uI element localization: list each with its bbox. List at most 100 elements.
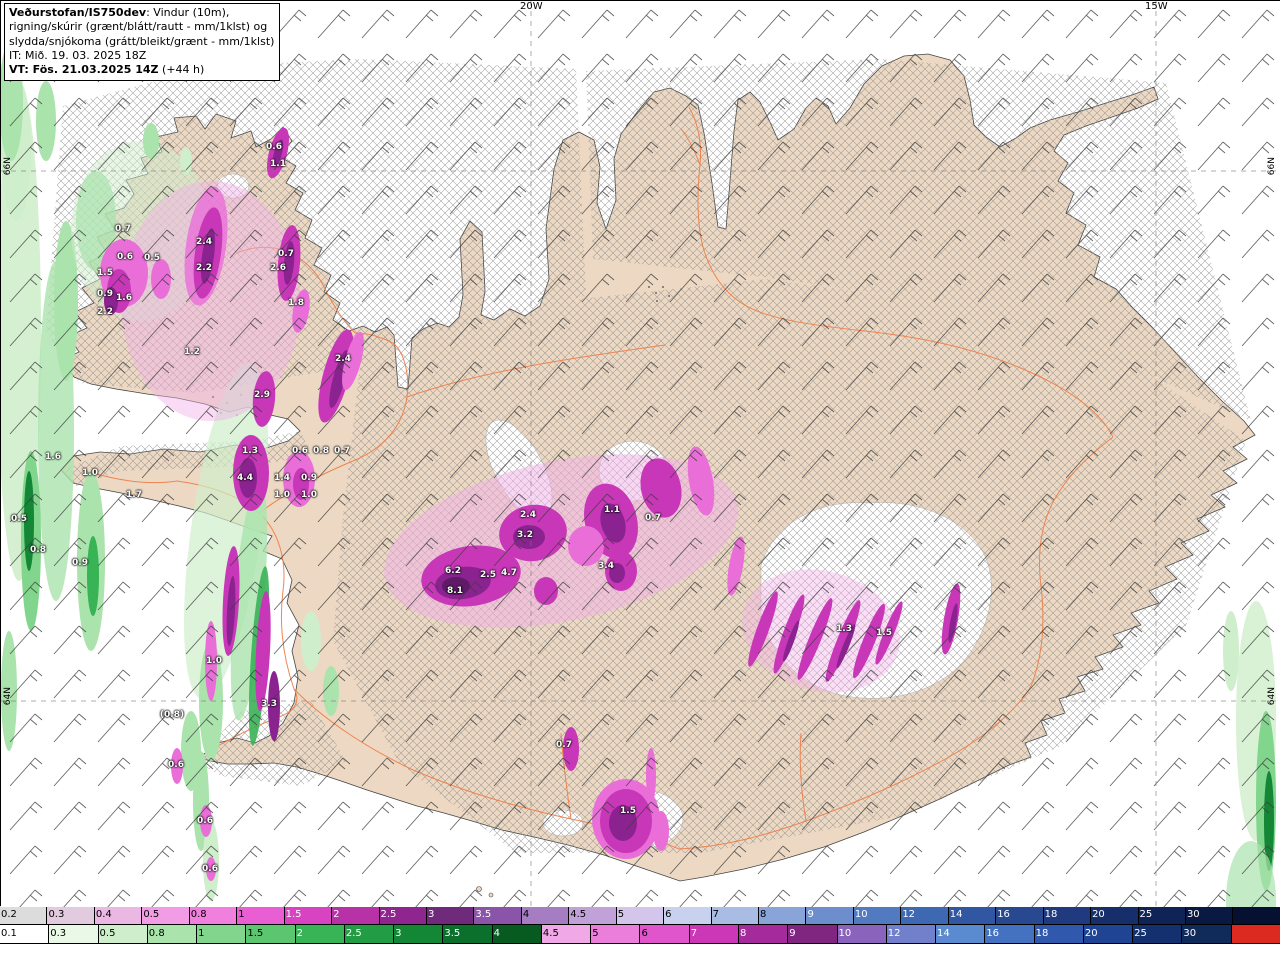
precip-value-label: 2.2	[97, 307, 113, 317]
colorbar-tick-label: 2	[296, 928, 303, 939]
colorbar-tick-label: 0.2	[1, 909, 17, 920]
colorbar-segment: 18	[1042, 906, 1091, 924]
colorbar-segment: 0.4	[93, 906, 142, 924]
colorbar-segment: 0.3	[48, 925, 98, 943]
precip-value-label: 1.6	[45, 452, 61, 462]
precip-value-label: 1.0	[206, 656, 222, 666]
colorbar-tick-label: 7	[690, 928, 698, 939]
colorbar-segment: 25	[1132, 925, 1182, 943]
colorbar-segment: 25	[1137, 906, 1185, 924]
colorbar-segment: 9	[805, 906, 853, 924]
colorbar-tick-label: 0.1	[1, 928, 17, 939]
precip-value-label: 0.7	[645, 513, 661, 523]
colorbar-segment: 1	[236, 906, 284, 924]
colorbar-tick-label: 12	[902, 909, 916, 920]
colorbar-segment: 0.5	[97, 925, 147, 943]
colorbar-segment: 14	[935, 925, 985, 943]
colorbar-segment: 4.5	[568, 906, 616, 924]
colorbar-tick-label: 1	[198, 928, 205, 939]
precip-value-label: 0.7	[278, 249, 294, 259]
precip-value-label: 1.7	[126, 490, 142, 500]
precip-value-label: 2.4	[335, 354, 351, 364]
init-time-line: IT: Mið. 19. 03. 2025 18Z	[9, 48, 147, 62]
colorbar-segment: 8	[737, 925, 788, 943]
valid-time-line: VT: Fös. 21.03.2025 14Z (+44 h)	[9, 63, 205, 77]
weather-map: 0.6 1.1 0.7 2.4 0.7 0.6 0.5 2.2 1.5 0.9 1.6 2.2 2.6 1…	[0, 0, 1280, 907]
colorbar-tick-label: 1.5	[247, 928, 264, 939]
colorbar-tick-label: 25	[1134, 928, 1147, 939]
precip-value-label: 1.0	[301, 490, 317, 500]
colorbar-segment: 16	[995, 906, 1043, 924]
colorbar-tick-label: 0.3	[48, 909, 65, 920]
precip-value-label: 0.6	[197, 816, 213, 826]
precip-value-label: 2.2	[196, 263, 212, 273]
precip-value-label: 0.7	[556, 740, 572, 750]
precip-value-label: 1.4	[274, 473, 290, 483]
colorbar-segment: 4	[520, 906, 569, 924]
colorbar-tick-label: 20	[1092, 909, 1105, 920]
colorbar-segment: 1.5	[283, 906, 332, 924]
latitude-label: 66N	[1267, 157, 1277, 176]
colorbar-tick-label: 10	[854, 909, 868, 920]
colorbar-tick-label: 10	[838, 928, 852, 939]
colorbar-segment: 1	[196, 925, 246, 943]
colorbar-segment: 0.3	[46, 906, 94, 924]
precip-value-label: 0.8	[313, 446, 329, 456]
colorbar-tick-label: 5	[617, 909, 625, 920]
colorbar-segment: 2	[294, 925, 344, 943]
precip-value-label: 1.1	[270, 159, 286, 169]
colorbar-segment: 0.1	[0, 925, 49, 943]
title-line-3: slydda/snjókoma (grátt/bleikt/grænt - mm…	[9, 34, 275, 48]
precip-value-label: 0.8	[30, 545, 46, 555]
precip-value-label: 1.6	[116, 293, 132, 303]
colorbar-segment: 1.5	[245, 925, 295, 943]
precip-value-label: 1.5	[620, 806, 636, 816]
colorbar-segment: 4.5	[540, 925, 591, 943]
meridian-label: 15W	[1145, 1, 1168, 12]
colorbar-tick-label: 9	[807, 909, 814, 920]
colorbar-tick-label: 6	[641, 928, 648, 939]
colorbar-tick-label: 1.5	[285, 909, 302, 920]
colorbar-segment: 3.5	[442, 925, 492, 943]
colorbar-segment: 6	[663, 906, 711, 924]
colorbar-segment: 30	[1184, 906, 1233, 924]
precip-value-label: 0.6	[292, 446, 308, 456]
colorbar-segment: 7	[710, 906, 758, 924]
title-box: Veðurstofan/IS750dev: Vindur (10m), rign…	[4, 3, 281, 82]
colorbar-segment: 8	[758, 906, 806, 924]
precip-value-label: 0.6	[168, 760, 184, 770]
sleet-snow-colorbar: 0.2 0.3 0.4 0.5 0.8 1 1.5 2 2.5 3 3.5 4 4.5 5 6 7 8 9 10 12…	[0, 906, 1280, 925]
colorbar-segment: 7	[688, 925, 738, 943]
precip-value-label: 0.9	[301, 473, 317, 483]
colorbar-tick-label: 4	[493, 928, 501, 939]
model-name: Veðurstofan/IS750dev	[9, 6, 147, 19]
colorbar-tick-label: 0.4	[95, 909, 112, 920]
colorbar-tick-label: 4.5	[542, 928, 559, 939]
precip-value-label: 2.4	[196, 237, 212, 247]
precip-value-label: 1.0	[82, 468, 98, 478]
precip-value-label: 0.5	[11, 514, 27, 524]
precip-value-label: 0.5	[144, 253, 160, 263]
colorbar-segment: 6	[639, 925, 689, 943]
precip-value-label: 3.4	[598, 561, 614, 571]
precip-value-label: 1.2	[184, 347, 200, 357]
precip-value-label: 8.1	[447, 586, 463, 596]
colorbar-tick-label: 2	[333, 909, 340, 920]
precip-value-label: 0.6	[117, 252, 133, 262]
colorbar-tick-label: 8	[760, 909, 767, 920]
colorbar-tick-label: 6	[665, 909, 672, 920]
colorbar-tick-label: 0.5	[143, 909, 160, 920]
precip-value-label: 0.9	[97, 289, 113, 299]
colorbar-segment: 12	[900, 906, 948, 924]
colorbar-segment: 10	[836, 925, 886, 943]
map-canvas	[1, 1, 1280, 907]
colorbar-segment: 3	[393, 925, 443, 943]
precip-value-label: 1.5	[97, 268, 113, 278]
colorbar-tick-label: 8	[739, 928, 747, 939]
colorbar-segment: 5	[590, 925, 640, 943]
colorbar-tick-label: 20	[1084, 928, 1098, 939]
colorbar-segment: 14	[947, 906, 996, 924]
rain-colorbar: 0.1 0.3 0.5 0.8 1 1.5 2 2.5 3 3.5 4 4.5 5 6 7 8 9 10 12 14 1…	[0, 925, 1280, 944]
colorbar-segment	[1232, 906, 1280, 924]
colorbar-tick-label: 0.3	[50, 928, 67, 939]
